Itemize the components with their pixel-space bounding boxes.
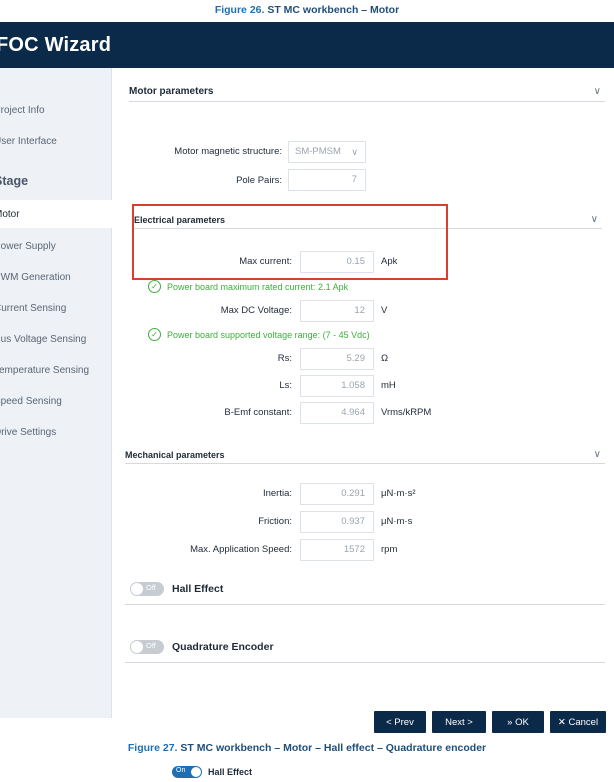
sidebar-heading: Stage bbox=[0, 174, 28, 188]
sidebar-item-user-interface[interactable]: User Interface bbox=[0, 127, 112, 155]
sidebar-item-current-sensing[interactable]: Current Sensing bbox=[0, 294, 112, 322]
divider bbox=[125, 662, 605, 663]
figure-27-number: Figure 27. bbox=[127, 742, 178, 754]
ls-label: Ls: bbox=[279, 380, 292, 391]
inertia-input[interactable]: 0.291 bbox=[300, 483, 374, 505]
title-bar: FOC Wizard bbox=[0, 22, 614, 68]
sidebar-item-motor[interactable]: Motor bbox=[0, 200, 112, 228]
sidebar-item-label: Temperature Sensing bbox=[0, 364, 90, 376]
pole-pairs-input[interactable]: 7 bbox=[288, 169, 366, 191]
figure-26-caption: Figure 26. ST MC workbench – Motor bbox=[0, 4, 614, 16]
max-current-label: Max current: bbox=[239, 256, 292, 267]
figure-27-caption: Figure 27. ST MC workbench – Motor – Hal… bbox=[0, 742, 614, 754]
page: Figure 26. ST MC workbench – Motor FOC W… bbox=[0, 0, 614, 782]
quadrature-encoder-toggle[interactable]: Off bbox=[130, 640, 164, 654]
friction-label: Friction: bbox=[258, 516, 292, 527]
chevron-down-icon[interactable]: ∨ bbox=[594, 86, 605, 97]
section-title: Motor parameters bbox=[129, 86, 214, 97]
sidebar-item-label: Project Info bbox=[0, 104, 45, 116]
sidebar-item-label: Speed Sensing bbox=[0, 395, 62, 407]
figure-26-text: ST MC workbench – Motor bbox=[267, 4, 400, 16]
sidebar-item-label: Bus Voltage Sensing bbox=[0, 333, 87, 345]
sidebar-item-bus-voltage-sensing[interactable]: Bus Voltage Sensing bbox=[0, 325, 112, 353]
hall-effect-toggle-on[interactable]: On bbox=[172, 766, 202, 778]
inertia-label: Inertia: bbox=[262, 488, 292, 499]
foc-wizard-window: FOC Wizard Project Info User Interface S… bbox=[0, 22, 614, 733]
ls-unit: mH bbox=[381, 380, 396, 391]
sidebar-item-temperature-sensing[interactable]: Temperature Sensing bbox=[0, 356, 112, 384]
voltage-range-note: ✓ Power board supported voltage range: (… bbox=[148, 328, 370, 341]
magnetic-structure-label: Motor magnetic structure: bbox=[174, 146, 282, 157]
sidebar-item-label: PWM Generation bbox=[0, 271, 71, 283]
sidebar-item-power-supply[interactable]: Power Supply bbox=[0, 232, 112, 260]
hall-effect-label: Hall Effect bbox=[172, 583, 224, 595]
sidebar: Project Info User Interface Stage Motor … bbox=[0, 68, 112, 718]
max-current-unit: Apk bbox=[381, 256, 398, 267]
rs-input[interactable]: 5.29 bbox=[300, 348, 374, 370]
max-speed-unit: rpm bbox=[381, 544, 398, 555]
check-circle-icon: ✓ bbox=[148, 280, 161, 293]
max-current-note: ✓ Power board maximum rated current: 2.1… bbox=[148, 280, 348, 293]
magnetic-structure-select[interactable]: SM-PMSM ∨ bbox=[288, 141, 366, 163]
check-circle-icon: ✓ bbox=[148, 328, 161, 341]
prev-button[interactable]: < Prev bbox=[374, 711, 426, 733]
divider bbox=[125, 604, 605, 605]
select-value: SM-PMSM bbox=[295, 146, 341, 157]
window-title: FOC Wizard bbox=[0, 33, 112, 56]
toggle-knob bbox=[131, 641, 143, 653]
toggle-state: Off bbox=[146, 583, 156, 592]
toggle-knob bbox=[131, 583, 143, 595]
quadrature-encoder-row: Off Quadrature Encoder bbox=[130, 640, 274, 654]
sidebar-item-label: Motor bbox=[0, 208, 20, 220]
chevron-down-icon[interactable]: ∨ bbox=[594, 449, 605, 460]
mechanical-parameters-header[interactable]: Mechanical parameters ∨ bbox=[125, 446, 605, 464]
note-text: Power board supported voltage range: (7 … bbox=[167, 329, 370, 340]
max-dc-voltage-label: Max DC Voltage: bbox=[220, 305, 292, 316]
toggle-knob bbox=[191, 767, 201, 777]
main-panel: Motor parameters ∨ Motor magnetic struct… bbox=[112, 68, 614, 733]
hall-effect-label: Hall Effect bbox=[208, 767, 253, 777]
cancel-button[interactable]: ✕ Cancel bbox=[550, 711, 606, 733]
rs-unit: Ω bbox=[381, 353, 389, 364]
max-dc-voltage-unit: V bbox=[381, 305, 388, 316]
sidebar-item-pwm-generation[interactable]: PWM Generation bbox=[0, 263, 112, 291]
figure-27-text: ST MC workbench – Motor – Hall effect – … bbox=[180, 742, 487, 754]
max-current-input[interactable]: 0.15 bbox=[300, 251, 374, 273]
note-text: Power board maximum rated current: 2.1 A… bbox=[167, 281, 349, 292]
quadrature-encoder-label: Quadrature Encoder bbox=[172, 641, 274, 653]
hall-effect-toggle[interactable]: Off bbox=[130, 582, 164, 596]
sidebar-item-speed-sensing[interactable]: Speed Sensing bbox=[0, 387, 112, 415]
sidebar-item-drive-settings[interactable]: Drive Settings bbox=[0, 418, 112, 446]
ok-button[interactable]: » OK bbox=[492, 711, 544, 733]
max-speed-label: Max. Application Speed: bbox=[190, 544, 292, 555]
sidebar-item-project-info[interactable]: Project Info bbox=[0, 96, 112, 124]
sidebar-item-label: Power Supply bbox=[0, 240, 56, 252]
motor-parameters-header[interactable]: Motor parameters ∨ bbox=[129, 82, 605, 102]
chevron-down-icon: ∨ bbox=[351, 147, 358, 157]
highlight-box bbox=[132, 204, 448, 280]
hall-effect-row: Off Hall Effect bbox=[130, 582, 223, 596]
sidebar-item-label: User Interface bbox=[0, 135, 57, 147]
fig27-hall-effect-row: On Hall Effect bbox=[172, 766, 252, 778]
section-title: Mechanical parameters bbox=[125, 449, 225, 460]
bemf-unit: Vrms/kRPM bbox=[381, 407, 432, 418]
toggle-state: On bbox=[176, 767, 186, 774]
inertia-unit: μN·m·s² bbox=[381, 488, 416, 499]
friction-unit: μN·m·s bbox=[381, 516, 413, 527]
figure-26-number: Figure 26. bbox=[214, 4, 265, 16]
pole-pairs-label: Pole Pairs: bbox=[236, 175, 282, 186]
next-button[interactable]: Next > bbox=[432, 711, 486, 733]
sidebar-heading-label: Stage bbox=[0, 174, 29, 188]
max-speed-input[interactable]: 1572 bbox=[300, 539, 374, 561]
max-dc-voltage-input[interactable]: 12 bbox=[300, 300, 374, 322]
sidebar-item-label: Drive Settings bbox=[0, 426, 57, 438]
toggle-state: Off bbox=[146, 641, 156, 650]
friction-input[interactable]: 0.937 bbox=[300, 511, 374, 533]
ls-input[interactable]: 1.058 bbox=[300, 375, 374, 397]
bemf-input[interactable]: 4.964 bbox=[300, 402, 374, 424]
rs-label: Rs: bbox=[277, 353, 292, 364]
chevron-down-icon[interactable]: ∨ bbox=[591, 214, 602, 225]
bemf-label: B-Emf constant: bbox=[224, 407, 292, 418]
sidebar-item-label: Current Sensing bbox=[0, 302, 67, 314]
